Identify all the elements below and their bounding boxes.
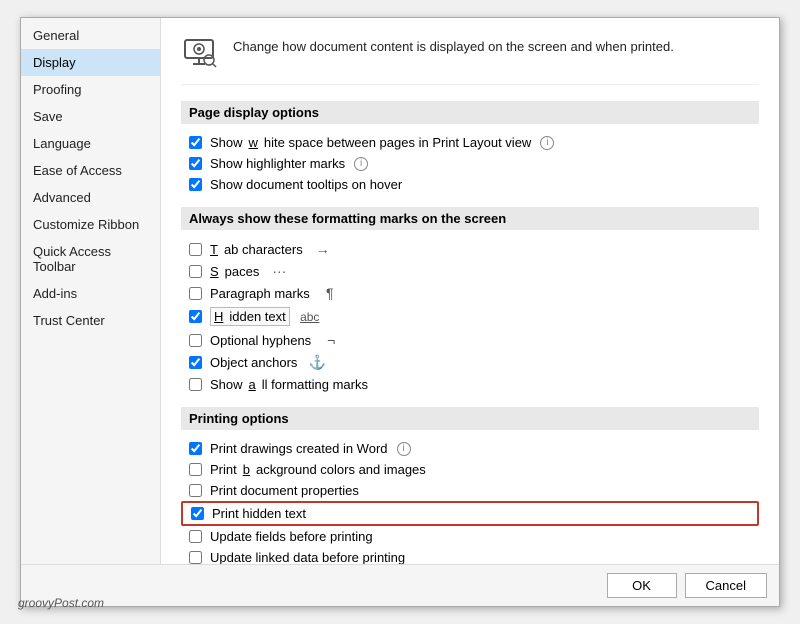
option-spaces: Spaces ··· bbox=[181, 260, 759, 282]
info-icon-highlighter[interactable]: i bbox=[354, 157, 368, 171]
option-update-fields: Update fields before printing bbox=[181, 526, 759, 547]
option-hidden-text: Hidden text abc bbox=[181, 304, 759, 329]
dialog-body: General Display Proofing Save Language E… bbox=[21, 18, 779, 564]
option-highlighter: Show highlighter marks i bbox=[181, 153, 759, 174]
checkbox-print-background[interactable] bbox=[189, 463, 202, 476]
checkbox-hidden-text[interactable] bbox=[189, 310, 202, 323]
word-options-dialog: General Display Proofing Save Language E… bbox=[20, 17, 780, 607]
label-white-space[interactable]: Show white space between pages in Print … bbox=[210, 135, 554, 150]
label-print-background[interactable]: Print background colors and images bbox=[210, 462, 426, 477]
option-all-formatting: Show all formatting marks bbox=[181, 374, 759, 395]
main-content: Change how document content is displayed… bbox=[161, 18, 779, 564]
ok-button[interactable]: OK bbox=[607, 573, 677, 598]
printing-section-header: Printing options bbox=[181, 407, 759, 430]
checkbox-optional-hyphens[interactable] bbox=[189, 334, 202, 347]
formatting-marks-section-header: Always show these formatting marks on th… bbox=[181, 207, 759, 230]
checkbox-tab-chars[interactable] bbox=[189, 243, 202, 256]
sidebar-item-ease[interactable]: Ease of Access bbox=[21, 157, 160, 184]
sidebar-item-trust[interactable]: Trust Center bbox=[21, 307, 160, 334]
label-object-anchors[interactable]: Object anchors bbox=[210, 355, 297, 370]
label-spaces[interactable]: Spaces bbox=[210, 264, 259, 279]
checkbox-tooltips[interactable] bbox=[189, 178, 202, 191]
label-paragraph-marks[interactable]: Paragraph marks bbox=[210, 286, 310, 301]
dialog-footer: OK Cancel bbox=[21, 564, 779, 606]
label-update-fields[interactable]: Update fields before printing bbox=[210, 529, 373, 544]
checkbox-print-properties[interactable] bbox=[189, 484, 202, 497]
symbol-object-anchors: ⚓ bbox=[305, 354, 329, 371]
sidebar-item-proofing[interactable]: Proofing bbox=[21, 76, 160, 103]
checkbox-paragraph-marks[interactable] bbox=[189, 287, 202, 300]
watermark: groovyPost.com bbox=[18, 596, 104, 610]
checkbox-object-anchors[interactable] bbox=[189, 356, 202, 369]
option-print-drawings: Print drawings created in Word i bbox=[181, 438, 759, 459]
sidebar-item-display[interactable]: Display bbox=[21, 49, 160, 76]
header-section: Change how document content is displayed… bbox=[181, 34, 759, 85]
symbol-tab-chars: → bbox=[311, 241, 335, 257]
checkbox-print-drawings[interactable] bbox=[189, 442, 202, 455]
checkbox-update-fields[interactable] bbox=[189, 530, 202, 543]
header-description: Change how document content is displayed… bbox=[233, 34, 674, 56]
symbol-paragraph-marks: ¶ bbox=[318, 285, 342, 301]
sidebar-item-addins[interactable]: Add-ins bbox=[21, 280, 160, 307]
option-white-space: Show white space between pages in Print … bbox=[181, 132, 759, 153]
info-icon-white-space[interactable]: i bbox=[540, 136, 554, 150]
checkbox-highlighter[interactable] bbox=[189, 157, 202, 170]
label-optional-hyphens[interactable]: Optional hyphens bbox=[210, 333, 311, 348]
option-tab-chars: Tab characters → bbox=[181, 238, 759, 260]
option-paragraph-marks: Paragraph marks ¶ bbox=[181, 282, 759, 304]
symbol-spaces: ··· bbox=[267, 263, 291, 279]
label-print-drawings[interactable]: Print drawings created in Word i bbox=[210, 441, 411, 456]
sidebar-item-quick-access[interactable]: Quick Access Toolbar bbox=[21, 238, 160, 280]
display-icon bbox=[181, 34, 221, 74]
label-hidden-text[interactable]: Hidden text bbox=[210, 307, 290, 326]
checkbox-print-hidden-text[interactable] bbox=[191, 507, 204, 520]
symbol-optional-hyphens: ¬ bbox=[319, 332, 343, 348]
checkbox-white-space[interactable] bbox=[189, 136, 202, 149]
label-update-linked[interactable]: Update linked data before printing bbox=[210, 550, 405, 564]
page-display-section-header: Page display options bbox=[181, 101, 759, 124]
checkbox-spaces[interactable] bbox=[189, 265, 202, 278]
option-print-properties: Print document properties bbox=[181, 480, 759, 501]
sidebar: General Display Proofing Save Language E… bbox=[21, 18, 161, 564]
option-object-anchors: Object anchors ⚓ bbox=[181, 351, 759, 374]
option-update-linked: Update linked data before printing bbox=[181, 547, 759, 564]
sidebar-item-customize-ribbon[interactable]: Customize Ribbon bbox=[21, 211, 160, 238]
option-optional-hyphens: Optional hyphens ¬ bbox=[181, 329, 759, 351]
checkbox-all-formatting[interactable] bbox=[189, 378, 202, 391]
label-print-properties[interactable]: Print document properties bbox=[210, 483, 359, 498]
option-tooltips: Show document tooltips on hover bbox=[181, 174, 759, 195]
sidebar-item-advanced[interactable]: Advanced bbox=[21, 184, 160, 211]
checkbox-update-linked[interactable] bbox=[189, 551, 202, 564]
sidebar-item-save[interactable]: Save bbox=[21, 103, 160, 130]
sidebar-item-language[interactable]: Language bbox=[21, 130, 160, 157]
label-print-hidden-text[interactable]: Print hidden text bbox=[212, 506, 306, 521]
label-tab-chars[interactable]: Tab characters bbox=[210, 242, 303, 257]
label-tooltips[interactable]: Show document tooltips on hover bbox=[210, 177, 402, 192]
label-all-formatting[interactable]: Show all formatting marks bbox=[210, 377, 368, 392]
label-highlighter[interactable]: Show highlighter marks i bbox=[210, 156, 368, 171]
option-print-hidden-text: Print hidden text bbox=[181, 501, 759, 526]
symbol-hidden-text: abc bbox=[298, 310, 322, 324]
info-icon-print-drawings[interactable]: i bbox=[397, 442, 411, 456]
option-print-background: Print background colors and images bbox=[181, 459, 759, 480]
cancel-button[interactable]: Cancel bbox=[685, 573, 767, 598]
sidebar-item-general[interactable]: General bbox=[21, 22, 160, 49]
